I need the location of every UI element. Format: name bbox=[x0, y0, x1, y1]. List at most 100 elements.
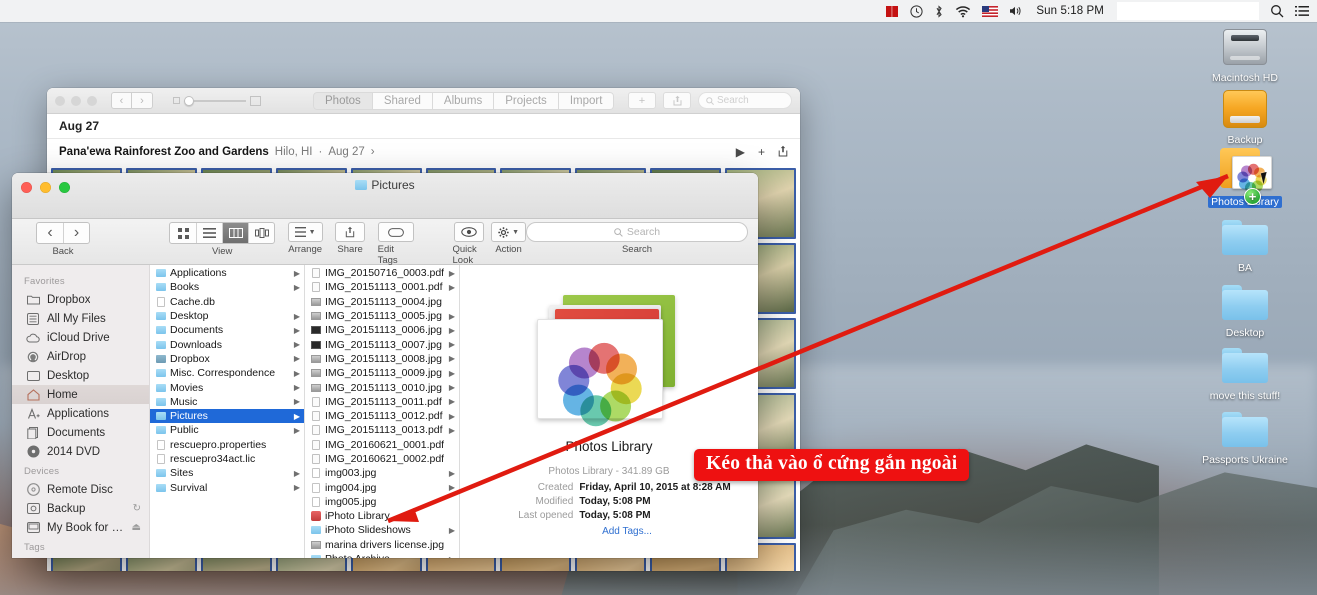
volume-icon[interactable] bbox=[1009, 0, 1023, 22]
menu-bar-clock[interactable]: Sun 5:18 PM bbox=[1034, 5, 1106, 17]
notification-center-icon[interactable] bbox=[1295, 0, 1309, 22]
finder-back-forward-group[interactable]: ‹ › Back bbox=[36, 222, 90, 257]
disclosure-arrow-icon[interactable]: ▶ bbox=[449, 426, 455, 435]
desktop-icon-macintosh-hd[interactable]: Macintosh HD bbox=[1190, 22, 1300, 84]
file-row[interactable]: Pictures ▶ bbox=[150, 408, 304, 424]
desktop-icon-photos-library[interactable]: + Photos Library bbox=[1190, 146, 1300, 208]
photos-zoom-slider[interactable] bbox=[173, 95, 261, 106]
back-icon[interactable]: ‹ bbox=[37, 223, 63, 243]
wifi-icon[interactable] bbox=[955, 0, 971, 22]
bluetooth-icon[interactable] bbox=[934, 0, 944, 22]
sidebar-item-all-my-files[interactable]: All My Files bbox=[12, 309, 149, 328]
sidebar-item-my-book-for-mac[interactable]: My Book for Mac ⏏ bbox=[12, 518, 149, 537]
arrange-button[interactable]: ▼ bbox=[287, 222, 323, 242]
desktop-icon-move-this-stuff[interactable]: move this stuff! bbox=[1190, 340, 1300, 402]
file-row[interactable]: IMG_20151113_0013.pdf ▶ bbox=[305, 423, 459, 437]
sidebar-item-remote-disc[interactable]: Remote Disc bbox=[12, 480, 149, 499]
photos-tab-bar[interactable]: Photos Shared Albums Projects Import bbox=[313, 91, 615, 110]
file-row[interactable]: Downloads ▶ bbox=[150, 337, 304, 351]
finder-toolbar[interactable]: ‹ › Back View ▼ Arrange Share Edit Tags … bbox=[12, 219, 758, 266]
finder-edit-tags-group[interactable]: Edit Tags bbox=[377, 222, 414, 266]
zoom-in-icon[interactable] bbox=[250, 95, 261, 106]
desktop-icon-passports-ukraine[interactable]: Passports Ukraine bbox=[1190, 404, 1300, 466]
file-row[interactable]: Survival ▶ bbox=[150, 480, 304, 494]
moment-chevron-icon[interactable]: › bbox=[371, 146, 375, 158]
finder-search-group[interactable]: Search Search bbox=[526, 222, 749, 255]
sidebar-item-documents[interactable]: Documents bbox=[12, 423, 149, 442]
file-row[interactable]: Books ▶ bbox=[150, 280, 304, 294]
zoom-out-icon[interactable] bbox=[173, 97, 180, 104]
sidebar-tag-baby-alive[interactable]: Baby Alive bbox=[12, 556, 149, 558]
icon-view-icon[interactable] bbox=[170, 223, 196, 243]
file-row[interactable]: iPhoto Slideshows ▶ bbox=[305, 523, 459, 537]
disclosure-arrow-icon[interactable]: ▶ bbox=[449, 326, 455, 335]
file-row[interactable]: Documents ▶ bbox=[150, 323, 304, 337]
disclosure-arrow-icon[interactable]: ▶ bbox=[294, 283, 300, 292]
file-row[interactable]: IMG_20151113_0011.pdf ▶ bbox=[305, 395, 459, 409]
disclosure-arrow-icon[interactable]: ▶ bbox=[294, 412, 300, 421]
finder-share-group[interactable]: Share bbox=[335, 222, 366, 255]
disclosure-arrow-icon[interactable]: ▶ bbox=[294, 369, 300, 378]
list-view-icon[interactable] bbox=[196, 223, 222, 243]
sidebar-item-2014-dvd[interactable]: 2014 DVD bbox=[12, 442, 149, 461]
desktop-icon-desktop[interactable]: Desktop bbox=[1190, 277, 1300, 339]
file-row[interactable]: Cache.db bbox=[150, 295, 304, 309]
disclosure-arrow-icon[interactable]: ▶ bbox=[449, 354, 455, 363]
tab-photos[interactable]: Photos bbox=[313, 91, 373, 110]
disclosure-arrow-icon[interactable]: ▶ bbox=[449, 369, 455, 378]
finder-sidebar[interactable]: Favorites Dropbox All My Files iCloud Dr… bbox=[12, 265, 150, 558]
finder-quick-look-group[interactable]: Quick Look bbox=[453, 222, 486, 266]
record-red-icon[interactable] bbox=[885, 0, 899, 22]
disclosure-arrow-icon[interactable]: ▶ bbox=[449, 269, 455, 278]
moment-location[interactable]: Hilo, HI bbox=[275, 146, 313, 158]
action-button[interactable]: ▼ bbox=[491, 222, 527, 242]
desktop-icon-backup[interactable]: Backup bbox=[1190, 84, 1300, 146]
moment-title[interactable]: Pana'ewa Rainforest Zoo and Gardens bbox=[59, 146, 269, 158]
file-row[interactable]: Sites ▶ bbox=[150, 466, 304, 480]
tab-import[interactable]: Import bbox=[558, 91, 615, 110]
file-row[interactable]: img005.jpg bbox=[305, 495, 459, 509]
file-row[interactable]: IMG_20160621_0002.pdf bbox=[305, 452, 459, 466]
finder-arrange-group[interactable]: ▼ Arrange bbox=[287, 222, 323, 255]
disclosure-arrow-icon[interactable]: ▶ bbox=[294, 312, 300, 321]
file-row[interactable]: Desktop ▶ bbox=[150, 309, 304, 323]
disclosure-arrow-icon[interactable]: ▶ bbox=[294, 383, 300, 392]
column-view-icon[interactable] bbox=[222, 223, 249, 243]
sidebar-item-applications[interactable]: Applications bbox=[12, 404, 149, 423]
file-row[interactable]: marina drivers license.jpg bbox=[305, 538, 459, 552]
share-button[interactable] bbox=[335, 222, 366, 242]
file-row[interactable]: rescuepro34act.lic bbox=[150, 452, 304, 466]
sidebar-item-backup[interactable]: Backup ↻ bbox=[12, 499, 149, 518]
finder-view-group[interactable]: View bbox=[169, 222, 276, 257]
zoom-slider-knob[interactable] bbox=[184, 95, 194, 106]
photos-window-controls[interactable] bbox=[55, 95, 97, 106]
forward-icon[interactable]: › bbox=[63, 223, 89, 243]
desktop-icon-ba[interactable]: BA bbox=[1190, 212, 1300, 274]
file-row[interactable]: iPhoto Library bbox=[305, 509, 459, 523]
photos-share-button[interactable] bbox=[663, 92, 691, 109]
disclosure-arrow-icon[interactable]: ▶ bbox=[294, 269, 300, 278]
disclosure-arrow-icon[interactable]: ▶ bbox=[294, 326, 300, 335]
photos-nav-buttons[interactable]: ‹ › bbox=[111, 92, 153, 109]
file-row[interactable]: Movies ▶ bbox=[150, 380, 304, 394]
file-row[interactable]: IMG_20160621_0001.pdf bbox=[305, 438, 459, 452]
search-input[interactable]: Search bbox=[526, 222, 749, 242]
disclosure-arrow-icon[interactable]: ▶ bbox=[294, 340, 300, 349]
file-row[interactable]: img004.jpg ▶ bbox=[305, 480, 459, 494]
edit-tags-button[interactable] bbox=[377, 222, 414, 242]
disclosure-arrow-icon[interactable]: ▶ bbox=[294, 469, 300, 478]
finder-action-group[interactable]: ▼ Action bbox=[491, 222, 527, 255]
disclosure-arrow-icon[interactable]: ▶ bbox=[294, 354, 300, 363]
quick-look-button[interactable] bbox=[454, 222, 484, 242]
disclosure-arrow-icon[interactable]: ▶ bbox=[449, 469, 455, 478]
moment-date[interactable]: Aug 27 bbox=[328, 146, 364, 158]
sync-icon[interactable]: ↻ bbox=[133, 503, 141, 514]
file-row[interactable]: IMG_20151113_0004.jpg bbox=[305, 295, 459, 309]
disclosure-arrow-icon[interactable]: ▶ bbox=[449, 526, 455, 535]
view-mode-segment[interactable] bbox=[169, 222, 276, 244]
file-row[interactable]: IMG_20151113_0001.pdf ▶ bbox=[305, 280, 459, 294]
file-row[interactable]: rescuepro.properties bbox=[150, 438, 304, 452]
file-row[interactable]: IMG_20151113_0008.jpg ▶ bbox=[305, 352, 459, 366]
disclosure-arrow-icon[interactable]: ▶ bbox=[449, 555, 455, 558]
file-row[interactable]: Misc. Correspondence ▶ bbox=[150, 366, 304, 380]
